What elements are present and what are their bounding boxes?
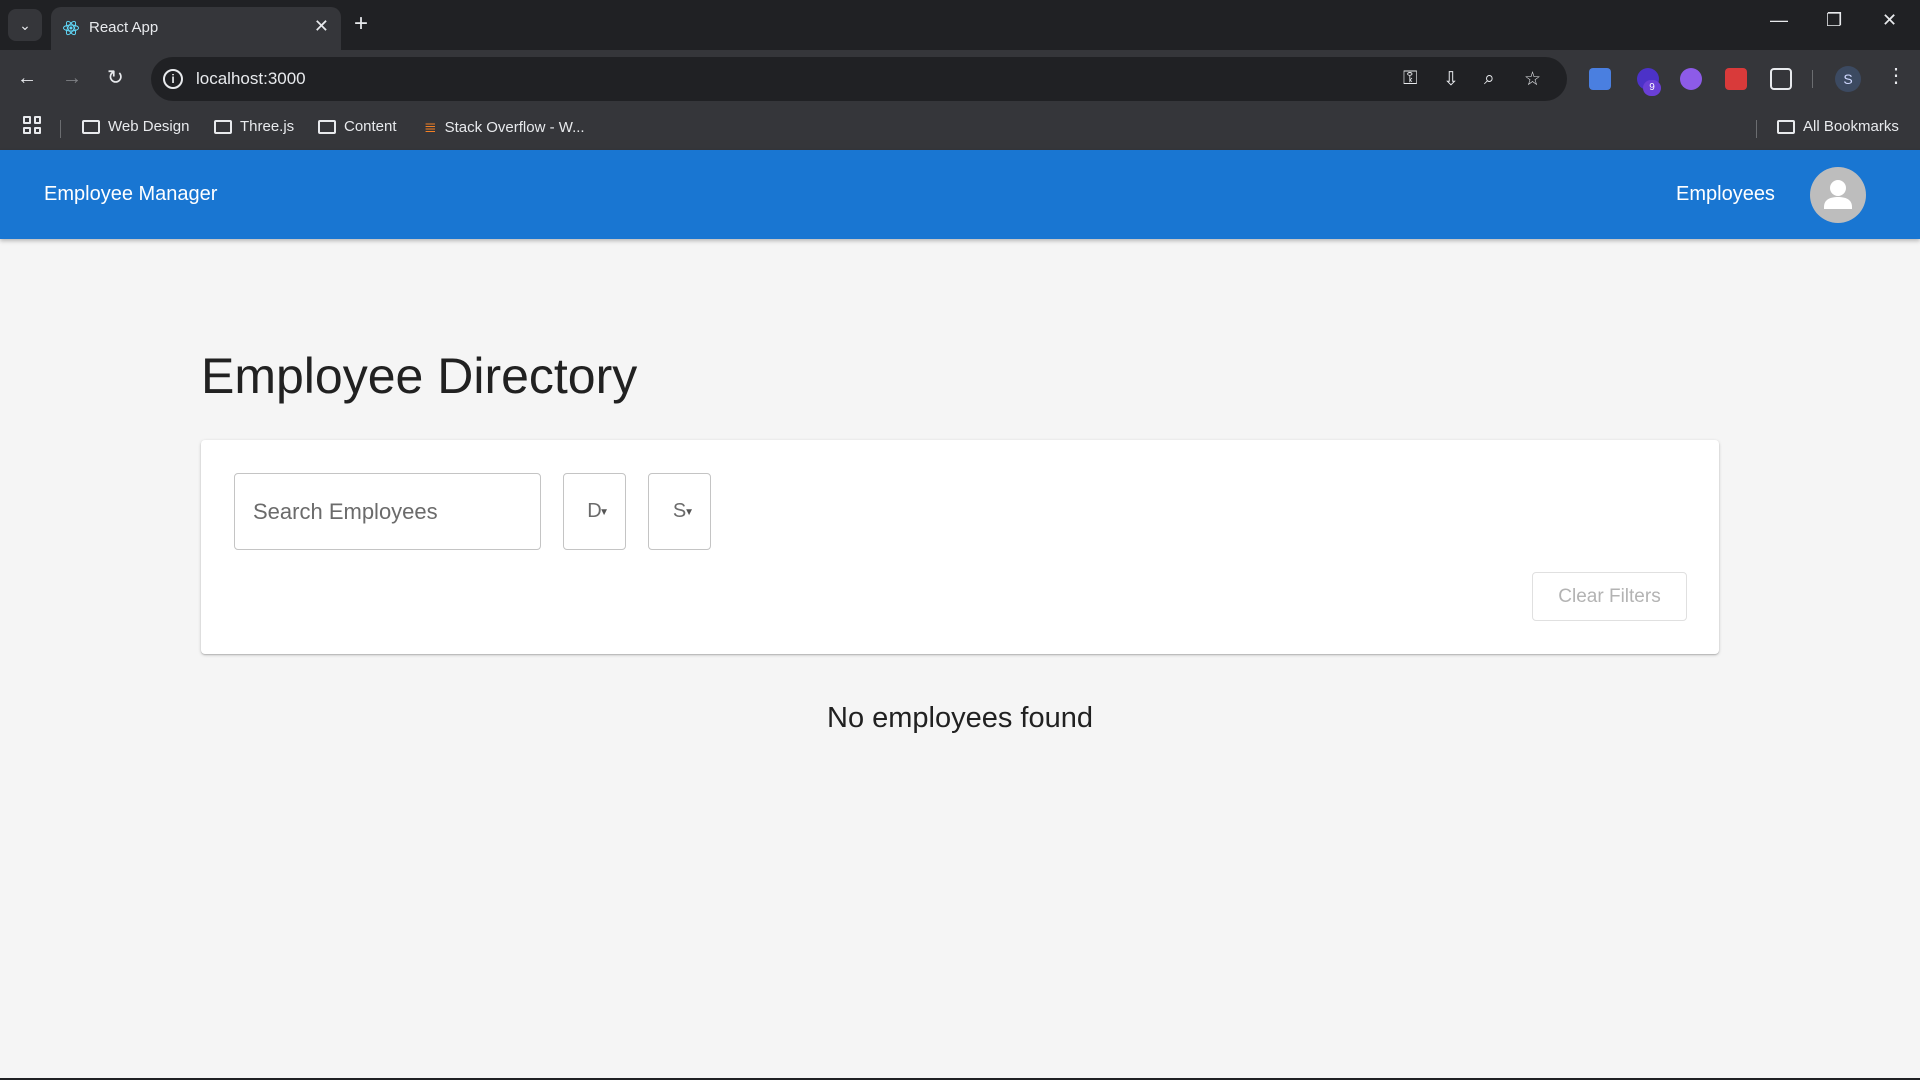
- restore-icon[interactable]: ❐: [1826, 10, 1842, 31]
- filters-card: D ▼ S ▼ Clear Filters: [201, 440, 1719, 654]
- new-tab-button[interactable]: +: [354, 10, 368, 38]
- dropdown-arrow-icon: ▼: [599, 507, 609, 518]
- nav-employees-link[interactable]: Employees: [1676, 183, 1775, 206]
- folder-icon: [318, 119, 336, 134]
- install-app-icon[interactable]: ⇩: [1443, 68, 1459, 91]
- forward-icon[interactable]: →: [62, 66, 82, 90]
- tab-title: React App: [89, 19, 159, 36]
- page-title: Employee Directory: [201, 348, 638, 404]
- department-select[interactable]: D ▼: [563, 473, 626, 550]
- all-bookmarks[interactable]: All Bookmarks: [1777, 118, 1899, 135]
- bookmarks-divider: [1756, 120, 1757, 138]
- user-avatar[interactable]: [1810, 167, 1866, 223]
- zoom-icon[interactable]: ⌕: [1484, 68, 1495, 90]
- bookmark-threejs[interactable]: Three.js: [214, 118, 294, 135]
- browser-tab[interactable]: React App ✕: [51, 7, 341, 50]
- bookmark-label: Web Design: [108, 118, 190, 135]
- back-icon[interactable]: ←: [17, 66, 37, 90]
- bookmark-label: Three.js: [240, 118, 295, 135]
- bookmark-stack-overflow[interactable]: ≣ Stack Overflow - W...: [424, 118, 585, 137]
- extensions-puzzle-icon[interactable]: [1770, 68, 1792, 90]
- bookmark-web-design[interactable]: Web Design: [82, 118, 189, 135]
- dropdown-arrow-icon: ▼: [684, 507, 694, 518]
- all-bookmarks-label: All Bookmarks: [1803, 118, 1899, 135]
- settings-extension-icon[interactable]: [1680, 68, 1702, 90]
- extension-badge: 9: [1643, 80, 1661, 96]
- reload-icon[interactable]: ↻: [107, 66, 124, 90]
- folder-icon: [1777, 119, 1795, 134]
- minimize-icon[interactable]: —: [1770, 10, 1788, 31]
- tab-search-button[interactable]: ⌄: [8, 9, 42, 41]
- bookmark-star-icon[interactable]: ☆: [1524, 68, 1541, 91]
- profile-avatar[interactable]: S: [1835, 66, 1861, 92]
- bookmark-label: Stack Overflow - W...: [444, 118, 585, 136]
- toolbar-divider: [1812, 70, 1813, 88]
- folder-icon: [82, 119, 100, 134]
- browser-tabstrip: ⌄ React App ✕ + — ❐ ✕: [0, 0, 1920, 50]
- folder-icon: [214, 119, 232, 134]
- browser-toolbar: ← → ↻ i localhost:3000 ⚿ ⇩ ⌕ ☆ 9 S ⋮: [0, 50, 1920, 108]
- clear-filters-button[interactable]: Clear Filters: [1532, 572, 1687, 621]
- stack-overflow-icon: ≣: [424, 119, 437, 136]
- react-icon: [63, 20, 79, 36]
- red-extension-icon[interactable]: [1725, 68, 1747, 90]
- window-close-icon[interactable]: ✕: [1882, 10, 1897, 31]
- apps-grid-icon[interactable]: [23, 116, 41, 134]
- site-info-icon[interactable]: i: [163, 69, 183, 89]
- translate-extension-icon[interactable]: [1589, 68, 1611, 90]
- bookmark-content[interactable]: Content: [318, 118, 397, 135]
- app-brand[interactable]: Employee Manager: [44, 183, 217, 206]
- status-select[interactable]: S ▼: [648, 473, 711, 550]
- bookmarks-bar: Web Design Three.js Content ≣ Stack Over…: [0, 108, 1920, 150]
- password-key-icon[interactable]: ⚿: [1403, 68, 1417, 90]
- bookmark-label: Content: [344, 118, 397, 135]
- address-bar[interactable]: i localhost:3000 ⚿ ⇩ ⌕ ☆: [151, 57, 1567, 101]
- address-url[interactable]: localhost:3000: [196, 69, 306, 89]
- bookmarks-divider: [60, 120, 61, 138]
- person-icon: [1824, 180, 1852, 209]
- browser-menu-icon[interactable]: ⋮: [1886, 63, 1906, 88]
- search-input[interactable]: [234, 473, 541, 550]
- app-bar: Employee Manager Employees: [0, 150, 1920, 239]
- tab-close-icon[interactable]: ✕: [314, 16, 329, 37]
- empty-state-message: No employees found: [827, 702, 1093, 734]
